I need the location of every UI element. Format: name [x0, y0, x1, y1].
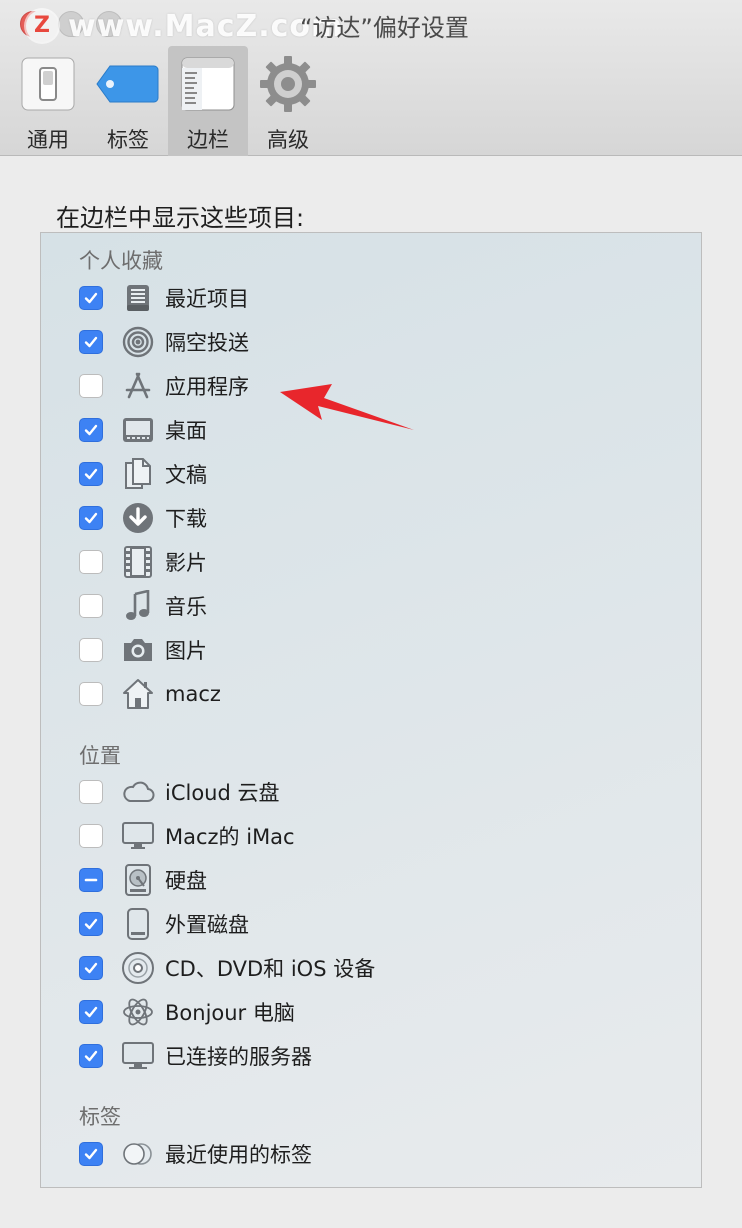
- checkbox[interactable]: [79, 868, 103, 892]
- music-icon: [121, 589, 155, 623]
- list-item-label: 应用程序: [165, 375, 249, 399]
- list-item-label: 最近项目: [165, 287, 249, 311]
- tab-tags-label: 标签: [107, 128, 149, 152]
- list-item-desktop: 桌面: [79, 412, 207, 448]
- list-item-label: 下载: [165, 507, 207, 531]
- checkbox[interactable]: [79, 594, 103, 618]
- sidebar-items-list: 个人收藏 最近项目 隔空投送 应用程序 桌面 文稿 下载 影片 音乐 图片 ma…: [40, 232, 702, 1188]
- list-item-label: iCloud 云盘: [165, 781, 280, 805]
- desktop-icon: [121, 413, 155, 447]
- list-item-home: macz: [79, 676, 221, 712]
- optical-disc-icon: [121, 951, 155, 985]
- list-item-label: 文稿: [165, 463, 207, 487]
- general-switch-icon: [16, 52, 80, 116]
- sidebar-items-heading: 在边栏中显示这些项目:: [56, 204, 305, 232]
- recent-tags-icon: [121, 1137, 155, 1171]
- list-item-downloads: 下载: [79, 500, 207, 536]
- airdrop-icon: [121, 325, 155, 359]
- list-item-label: 最近使用的标签: [165, 1143, 312, 1167]
- tag-icon: [96, 52, 160, 116]
- section-title-favorites: 个人收藏: [79, 249, 163, 273]
- checkbox[interactable]: [79, 330, 103, 354]
- list-item-label: 图片: [165, 639, 207, 663]
- preference-tabs: 通用 标签 边栏 高级: [8, 46, 328, 156]
- icloud-icon: [121, 775, 155, 809]
- tab-sidebar[interactable]: 边栏: [168, 46, 248, 156]
- checkbox[interactable]: [79, 912, 103, 936]
- list-item-label: Bonjour 电脑: [165, 1001, 295, 1025]
- list-item-label: CD、DVD和 iOS 设备: [165, 957, 376, 981]
- list-item-optical-disc: CD、DVD和 iOS 设备: [79, 950, 375, 986]
- list-item-icloud: iCloud 云盘: [79, 774, 280, 810]
- applications-icon: [121, 369, 155, 403]
- home-icon: [121, 677, 155, 711]
- list-item-applications: 应用程序: [79, 368, 249, 404]
- tab-advanced[interactable]: 高级: [248, 46, 328, 156]
- list-item-label: 隔空投送: [165, 331, 249, 355]
- movies-icon: [121, 545, 155, 579]
- section-title-locations: 位置: [79, 744, 121, 768]
- list-item-label: 硬盘: [165, 869, 207, 893]
- list-item-recents: 最近项目: [79, 280, 249, 316]
- recents-icon: [121, 281, 155, 315]
- list-item-hard-disk: 硬盘: [79, 862, 207, 898]
- list-item-movies: 影片: [79, 544, 207, 580]
- list-item-label: 音乐: [165, 595, 207, 619]
- checkbox[interactable]: [79, 374, 103, 398]
- list-item-airdrop: 隔空投送: [79, 324, 249, 360]
- imac-icon: [121, 819, 155, 853]
- annotation-arrow-icon: [280, 384, 414, 430]
- list-item-pictures: 图片: [79, 632, 207, 668]
- list-item-music: 音乐: [79, 588, 207, 624]
- list-item-label: 已连接的服务器: [165, 1045, 312, 1069]
- checkbox[interactable]: [79, 638, 103, 662]
- tab-general[interactable]: 通用: [8, 46, 88, 156]
- tab-tags[interactable]: 标签: [88, 46, 168, 156]
- list-item-recent-tags: 最近使用的标签: [79, 1136, 312, 1172]
- list-item-label: 桌面: [165, 419, 207, 443]
- checkbox[interactable]: [79, 1000, 103, 1024]
- checkbox[interactable]: [79, 682, 103, 706]
- documents-icon: [121, 457, 155, 491]
- checkbox[interactable]: [79, 780, 103, 804]
- checkbox[interactable]: [79, 462, 103, 486]
- list-item-label: macz: [165, 682, 221, 706]
- server-icon: [121, 1039, 155, 1073]
- checkbox[interactable]: [79, 956, 103, 980]
- downloads-icon: [121, 501, 155, 535]
- checkbox[interactable]: [79, 506, 103, 530]
- checkbox[interactable]: [79, 418, 103, 442]
- tab-advanced-label: 高级: [267, 128, 309, 152]
- external-disk-icon: [121, 907, 155, 941]
- list-item-label: 影片: [165, 551, 207, 575]
- watermark-logo: Z: [26, 10, 58, 42]
- gear-icon: [256, 52, 320, 116]
- pictures-icon: [121, 633, 155, 667]
- tab-sidebar-label: 边栏: [187, 128, 229, 152]
- hard-disk-icon: [121, 863, 155, 897]
- checkbox[interactable]: [79, 1044, 103, 1068]
- list-item-label: 外置磁盘: [165, 913, 249, 937]
- watermark: Z www.MacZ.com: [26, 9, 343, 44]
- checkbox[interactable]: [79, 550, 103, 574]
- list-item-documents: 文稿: [79, 456, 207, 492]
- checkbox[interactable]: [79, 824, 103, 848]
- list-item-connected-servers: 已连接的服务器: [79, 1038, 312, 1074]
- tab-general-label: 通用: [27, 128, 69, 152]
- window-title: “访达”偏好设置: [300, 14, 469, 42]
- list-item-external-disk: 外置磁盘: [79, 906, 249, 942]
- window-toolbar: Z www.MacZ.com “访达”偏好设置 通用 标签 边栏 高级: [0, 0, 742, 156]
- list-item-bonjour: Bonjour 电脑: [79, 994, 295, 1030]
- watermark-badge-letter: Z: [34, 13, 50, 38]
- checkbox[interactable]: [79, 1142, 103, 1166]
- list-item-label: Macz的 iMac: [165, 825, 295, 849]
- sidebar-icon: [176, 52, 240, 116]
- checkbox[interactable]: [79, 286, 103, 310]
- bonjour-icon: [121, 995, 155, 1029]
- list-item-imac: Macz的 iMac: [79, 818, 295, 854]
- section-title-tags: 标签: [79, 1105, 121, 1129]
